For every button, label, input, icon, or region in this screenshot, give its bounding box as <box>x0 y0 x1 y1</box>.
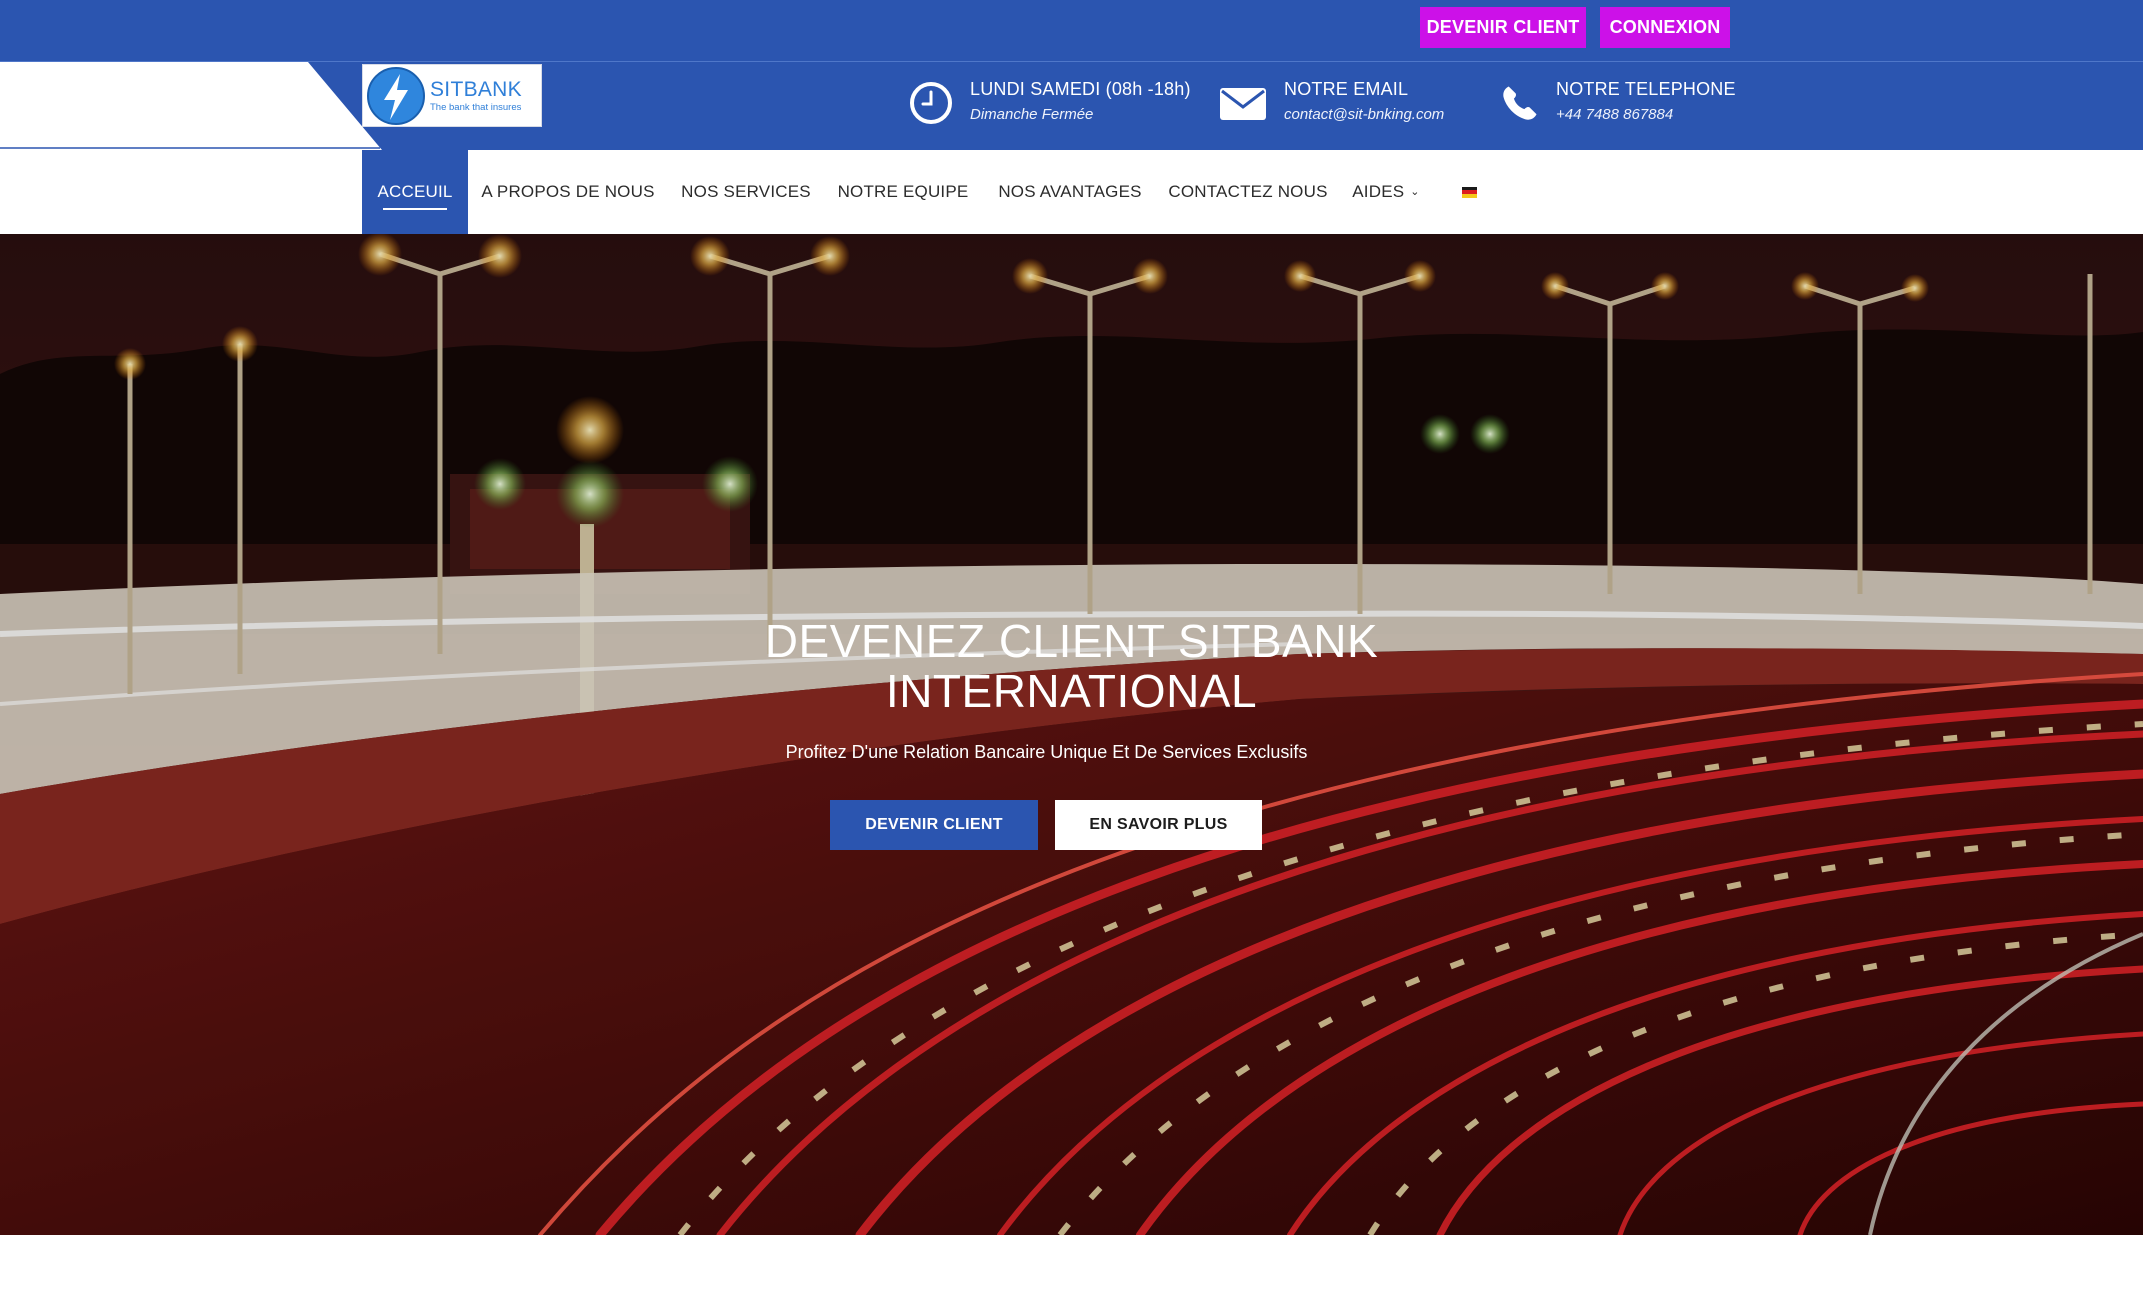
clock-icon <box>910 82 952 124</box>
contact-phone: NOTRE TELEPHONE +44 7488 867884 <box>1500 78 1736 126</box>
hero-become-client-button[interactable]: DEVENIR CLIENT <box>830 800 1038 850</box>
hero-learn-more-button[interactable]: EN SAVOIR PLUS <box>1055 800 1262 850</box>
nav-label: CONTACTEZ NOUS <box>1168 182 1328 201</box>
email-value[interactable]: contact@sit-bnking.com <box>1284 104 1444 126</box>
envelope-icon <box>1220 88 1266 120</box>
nav-item-nos-avantages[interactable]: NOS AVANTAGES <box>992 150 1148 234</box>
nav-item-a-propos[interactable]: A PROPOS DE NOUS <box>476 150 660 234</box>
top-bar <box>0 0 2143 62</box>
top-become-client-button[interactable]: DEVENIR CLIENT <box>1420 7 1586 48</box>
germany-flag-icon <box>1461 186 1477 198</box>
chevron-down-icon: ⌄ <box>1410 185 1420 198</box>
nav-label: ACCEUIL <box>377 182 453 210</box>
nav-item-nos-services[interactable]: NOS SERVICES <box>676 150 816 234</box>
brand-tagline: The bank that insures <box>430 101 522 113</box>
top-login-button[interactable]: CONNEXION <box>1600 7 1730 48</box>
nav-item-notre-equipe[interactable]: NOTRE EQUIPE <box>832 150 974 234</box>
phone-title: NOTRE TELEPHONE <box>1556 79 1736 99</box>
phone-value[interactable]: +44 7488 867884 <box>1556 104 1736 126</box>
brand-name: SITBANK <box>430 77 522 101</box>
nav-label: AIDES <box>1352 182 1405 201</box>
phone-icon <box>1503 86 1537 120</box>
nav-label: NOS AVANTAGES <box>998 182 1142 201</box>
contact-email: NOTRE EMAIL contact@sit-bnking.com <box>1218 78 1444 126</box>
nav-label: NOS SERVICES <box>681 182 811 201</box>
nav-item-aides[interactable]: AIDES ⌄ <box>1348 150 1424 234</box>
header-white-wedge <box>0 62 382 150</box>
page: DEVENIR CLIENT CONNEXION SITBANK The ban… <box>0 0 2143 1315</box>
nav-item-acceuil[interactable]: ACCEUIL <box>362 150 468 234</box>
hero-title-line-1: DEVENEZ CLIENT SITBANK <box>764 615 1379 667</box>
language-selector[interactable] <box>1452 150 1486 234</box>
hero-highway-background <box>0 234 2143 1235</box>
hero-subtitle: Profitez D'une Relation Bancaire Unique … <box>785 742 1308 762</box>
brand-logo[interactable]: SITBANK The bank that insures <box>362 64 542 127</box>
nav-item-contactez-nous[interactable]: CONTACTEZ NOUS <box>1166 150 1330 234</box>
hero-section <box>0 234 2143 1235</box>
nav-label: NOTRE EQUIPE <box>837 182 969 201</box>
hours-title: LUNDI SAMEDI (08h -18h) <box>970 79 1191 99</box>
hours-subtitle: Dimanche Fermée <box>970 106 1094 123</box>
nav-label: A PROPOS DE NOUS <box>481 182 655 201</box>
lightning-logo-icon <box>367 66 425 125</box>
hero-title: DEVENEZ CLIENT SITBANK INTERNATIONAL <box>0 616 2143 716</box>
opening-hours: LUNDI SAMEDI (08h -18h) Dimanche Fermée <box>908 78 1191 126</box>
hero-title-line-2: INTERNATIONAL <box>885 665 1258 717</box>
email-title: NOTRE EMAIL <box>1284 79 1409 99</box>
